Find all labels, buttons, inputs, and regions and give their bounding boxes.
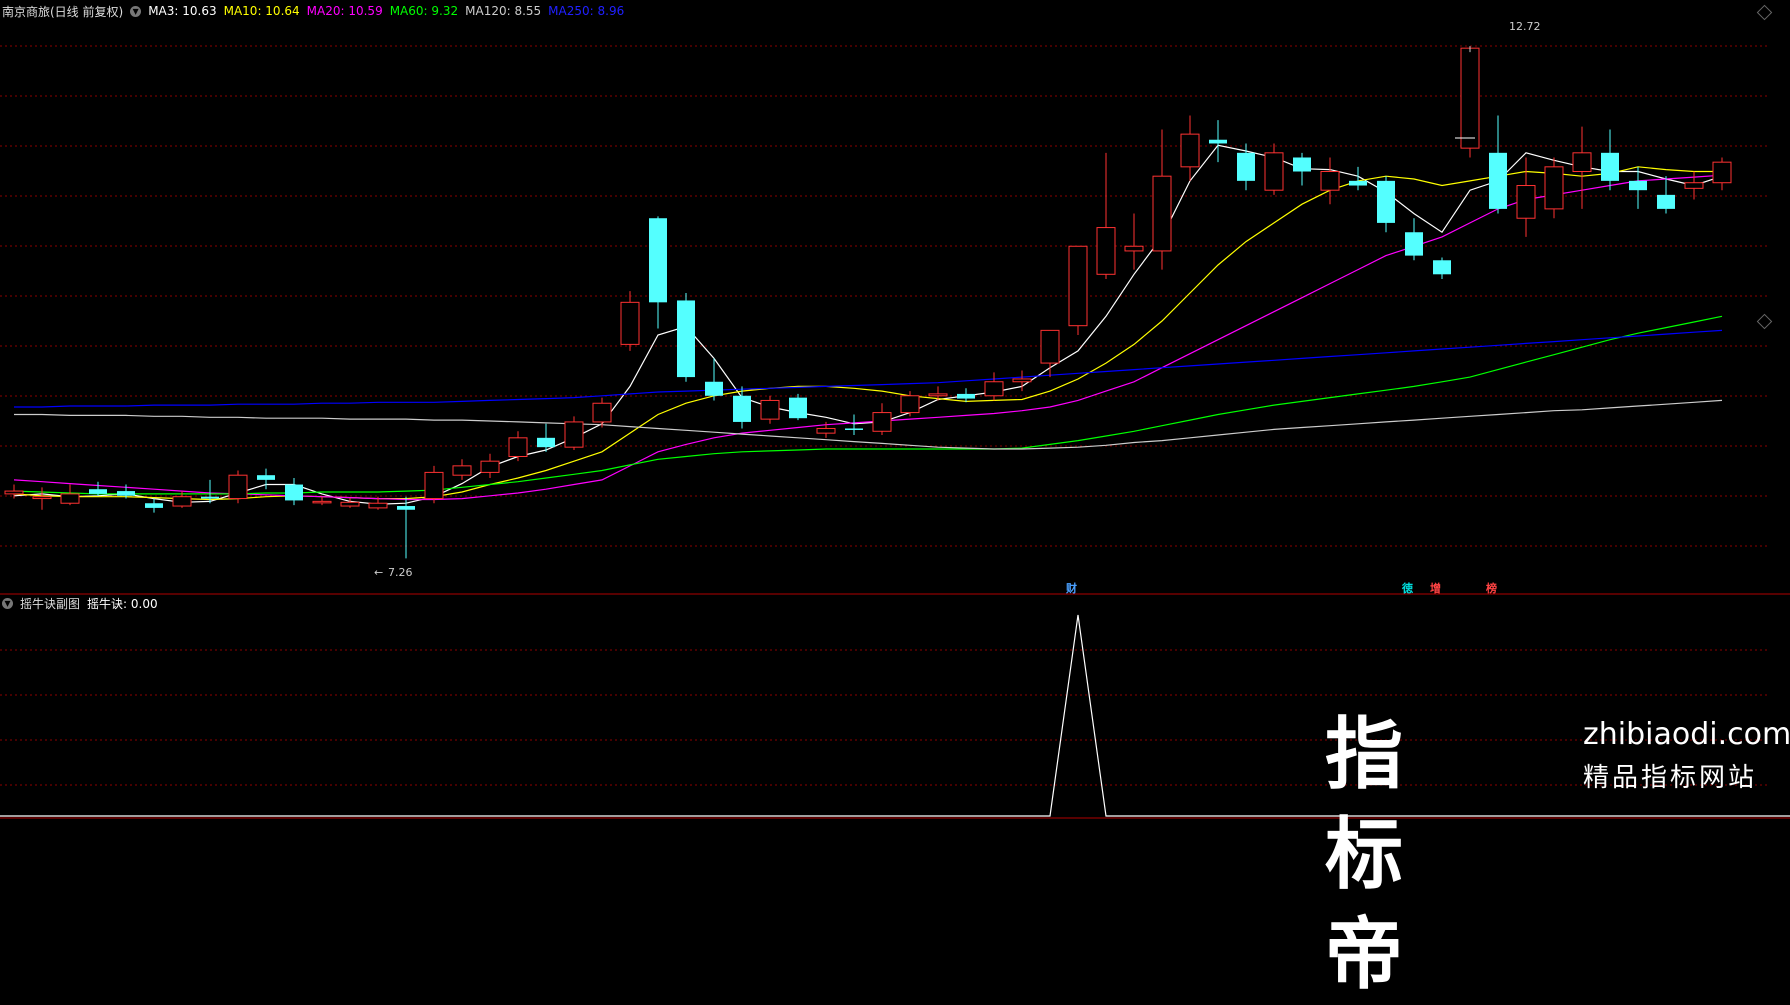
candle-body-up [1124, 245, 1144, 252]
candle-body-down [397, 506, 415, 510]
candle-body-down [1657, 194, 1675, 209]
candle-body-up [312, 500, 332, 504]
event-tag-de[interactable]: 徳 [1402, 580, 1413, 596]
candle-body-up [1096, 227, 1116, 275]
candle-body-up [1516, 185, 1536, 219]
high-price-label: 12.72 [1509, 20, 1541, 33]
candle-body-down [1489, 152, 1507, 209]
candle-body-down [1405, 232, 1423, 256]
candle-body-up [1180, 133, 1200, 168]
candle-body-down [845, 428, 863, 430]
candle-body-down [1433, 260, 1451, 275]
candle-body-down [1601, 152, 1619, 181]
indicator-line [0, 614, 1790, 817]
candle-body-down [201, 496, 219, 499]
candle-body-up [1544, 166, 1564, 210]
ma-line-ma3 [13, 144, 1723, 505]
candle-body-up [424, 471, 444, 500]
candle-body-up [592, 402, 612, 423]
candle-body-down [1237, 152, 1255, 181]
candle-body-up [452, 465, 472, 476]
event-tag-increase[interactable]: 增 [1430, 580, 1441, 596]
candle-body-up [620, 301, 640, 345]
candle-body-up [1572, 152, 1592, 173]
candle-body-down [285, 484, 303, 501]
candle-body-up [1320, 171, 1340, 191]
candle-body-up [984, 381, 1004, 397]
candle-body-up [928, 393, 948, 397]
chevron-down-icon[interactable]: ▾ [2, 597, 13, 609]
low-price-label: 7.26 [388, 566, 413, 579]
sub-chart-header: ▾ 摇牛诀副图 摇牛诀: 0.00 [2, 594, 158, 612]
candle-body-up [228, 474, 248, 500]
candle-body-up [1712, 161, 1732, 184]
candle-body-down [705, 381, 723, 396]
candle-body-up [1068, 245, 1088, 327]
candle-body-down [1629, 180, 1647, 191]
candle-body-down [1293, 157, 1311, 172]
candle-body-up [760, 399, 780, 420]
candle-body-up [1460, 47, 1480, 149]
candle-body-down [1377, 180, 1395, 223]
ma-line-ma120 [14, 399, 1723, 450]
candle-body-up [480, 460, 500, 473]
candle-body-up [564, 421, 584, 448]
ma-line-ma20 [13, 174, 1723, 501]
candle-body-down [789, 397, 807, 419]
candle-body-up [1264, 152, 1284, 191]
watermark-subtitle: 精品指标网站 [1583, 763, 1758, 793]
candle-body-up [508, 437, 528, 458]
candle-body-down [537, 437, 555, 448]
candle-body-up [872, 412, 892, 432]
candle-body-down [145, 503, 163, 508]
candle-body-down [649, 218, 667, 303]
indicator-value: 摇牛诀: 0.00 [87, 596, 158, 611]
sub-chart-title[interactable]: 摇牛诀副图 [20, 595, 80, 612]
candle-body-up [900, 395, 920, 414]
candle-body-down [1209, 139, 1227, 144]
candlestick-chart[interactable] [0, 0, 1790, 821]
candle-body-down [677, 300, 695, 378]
candle-body-up [1152, 175, 1172, 252]
event-tag-list[interactable]: 榜 [1486, 580, 1497, 596]
candle-body-up [816, 427, 836, 434]
event-tag-finance[interactable]: 财 [1066, 580, 1077, 596]
candle-body-down [89, 489, 107, 494]
candle-body-up [4, 490, 24, 495]
candle-body-down [257, 475, 275, 480]
candle-body-up [340, 501, 360, 507]
watermark-logo-text: 指标帝 [1325, 710, 1406, 1000]
candle-body-up [60, 493, 80, 504]
candle-body-up [1684, 182, 1704, 189]
candle-body-down [733, 395, 751, 422]
candle-body-down [1349, 180, 1367, 186]
low-price-arrow: ← [374, 566, 384, 579]
candle-body-up [1040, 329, 1060, 364]
candle-body-down [957, 393, 975, 399]
candle-body-up [32, 496, 52, 500]
candle-body-up [172, 496, 192, 507]
candle-body-down [117, 491, 135, 496]
candle-body-up [368, 502, 388, 509]
watermark-url: zhibiaodi.com [1583, 717, 1790, 752]
candle-body-up [1012, 378, 1032, 383]
ma-line-ma60 [13, 315, 1723, 495]
